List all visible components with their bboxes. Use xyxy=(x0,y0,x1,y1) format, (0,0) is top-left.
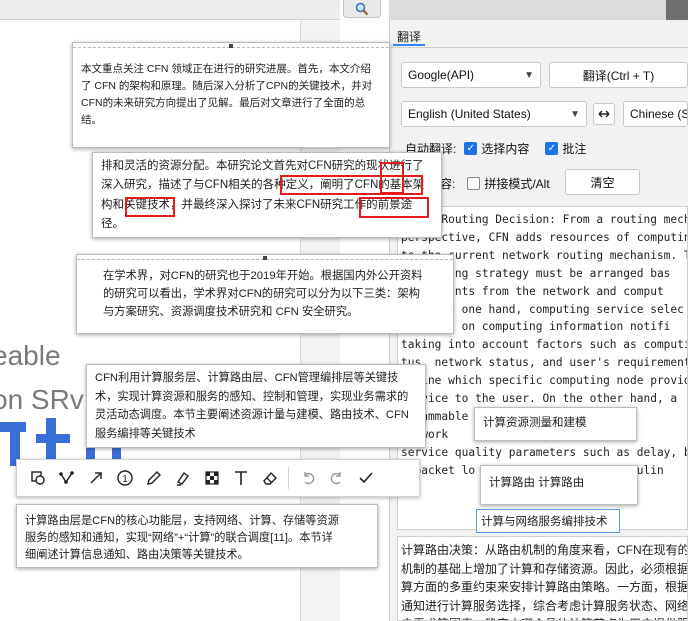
snippet-text: 本文重点关注 CFN 领域正在进行的研究进展。首先，本文介绍 了 CFN 的架构… xyxy=(81,63,373,126)
document-background-text: on SRv xyxy=(0,384,84,415)
snippet-card[interactable]: CFN利用计算服务层、计算路由层、CFN管理编排层等关键技 术，实现计算资源和服… xyxy=(86,364,426,448)
drag-handle[interactable] xyxy=(73,43,389,48)
eraser-icon[interactable] xyxy=(255,463,284,493)
search-button[interactable] xyxy=(343,0,381,18)
chevron-down-icon: ▼ xyxy=(524,69,534,81)
select-content-label: 选择内容 xyxy=(481,142,530,156)
snippet-card-small[interactable]: 计算资源测量和建模 xyxy=(474,407,637,441)
engine-select-value: Google(API) xyxy=(408,68,475,82)
lasso-icon[interactable] xyxy=(23,463,52,493)
source-language-value: English (United States) xyxy=(408,107,531,121)
annotation-checkbox[interactable]: ✓ xyxy=(545,142,559,155)
snippet-text: 计算与网络服务编排技术 xyxy=(481,516,608,528)
engine-select[interactable]: Google(API) ▼ xyxy=(401,62,541,88)
clear-button[interactable]: 清空 xyxy=(565,169,640,195)
panel-header-edge xyxy=(666,0,688,20)
redo-icon[interactable] xyxy=(322,463,351,493)
snippet-card-small[interactable]: 计算路由 计算路由 xyxy=(480,465,638,505)
toolbar-divider xyxy=(288,467,289,489)
snippet-card[interactable]: 计算路由层是CFN的核心功能层，支持网络、计算、存储等资源 服务的感知和通知，实… xyxy=(16,504,378,568)
snippet-text: 计算路由 计算路由 xyxy=(489,477,585,489)
annotation-toolbar: 1 xyxy=(16,459,420,497)
document-toolbar xyxy=(0,0,340,20)
select-content-checkbox[interactable]: ✓ xyxy=(464,142,478,155)
swap-languages-button[interactable] xyxy=(593,103,615,125)
source-language-select[interactable]: English (United States) ▼ xyxy=(401,101,587,127)
search-icon xyxy=(355,2,369,15)
snippet-text: CFN利用计算服务层、计算路由层、CFN管理编排层等关键技 术，实现计算资源和服… xyxy=(95,372,409,440)
chevron-down-icon: ▼ xyxy=(570,108,580,120)
snippet-text: 计算路由层是CFN的核心功能层，支持网络、计算、存储等资源 服务的感知和通知，实… xyxy=(25,515,339,561)
snippet-card[interactable]: 本文重点关注 CFN 领域正在进行的研究进展。首先，本文介绍 了 CFN 的架构… xyxy=(72,42,390,148)
document-background-text: eable xyxy=(0,340,61,371)
swap-arrows-icon xyxy=(598,110,610,118)
tab-translate[interactable]: 翻译 xyxy=(393,26,426,46)
mode-row: 容: 拼接模式/Alt xyxy=(440,175,550,192)
text-icon[interactable] xyxy=(226,463,255,493)
tab-divider xyxy=(389,47,688,48)
highlighter-icon[interactable] xyxy=(168,463,197,493)
snippet-card[interactable]: 排和灵活的资源分配。本研究论文首先对CFN研究的现状进行了 深入研究，描述了与C… xyxy=(92,152,442,238)
mode-label: 容: xyxy=(440,177,456,191)
annotation-label: 批注 xyxy=(562,142,587,156)
pen-icon[interactable] xyxy=(139,463,168,493)
polyline-icon[interactable] xyxy=(52,463,81,493)
translate-button[interactable]: 翻译(Ctrl + T) xyxy=(549,62,688,88)
panel-header xyxy=(389,0,688,20)
red-highlight-box xyxy=(359,197,429,218)
concat-mode-checkbox[interactable] xyxy=(467,177,481,190)
number-marker-icon[interactable]: 1 xyxy=(110,463,139,493)
red-highlight-box xyxy=(380,162,404,194)
snippet-text: 计算资源测量和建模 xyxy=(483,417,587,429)
arrow-icon[interactable] xyxy=(81,463,110,493)
drag-handle[interactable] xyxy=(77,255,453,260)
confirm-icon[interactable] xyxy=(351,463,380,493)
snippet-card-selected[interactable]: 计算与网络服务编排技术 xyxy=(476,509,620,533)
concat-mode-label: 拼接模式/Alt xyxy=(484,177,550,191)
translated-text-area[interactable]: 计算路由决策：从路由机制的角度来看，CFN在现有的 机制的基础上增加了计算和存储… xyxy=(397,536,688,621)
target-language-value: Chinese (S xyxy=(630,107,688,121)
red-highlight-box xyxy=(125,197,175,217)
mosaic-icon[interactable] xyxy=(197,463,226,493)
snippet-card[interactable]: 在学术界，对CFN的研究也于2019年开始。根据国内外公开资料 的研究可以看出，… xyxy=(76,254,454,334)
undo-icon[interactable] xyxy=(293,463,322,493)
snippet-text: 在学术界，对CFN的研究也于2019年开始。根据国内外公开资料 的研究可以看出，… xyxy=(103,270,423,318)
target-language-select[interactable]: Chinese (S xyxy=(623,101,688,127)
svg-text:1: 1 xyxy=(122,474,128,485)
